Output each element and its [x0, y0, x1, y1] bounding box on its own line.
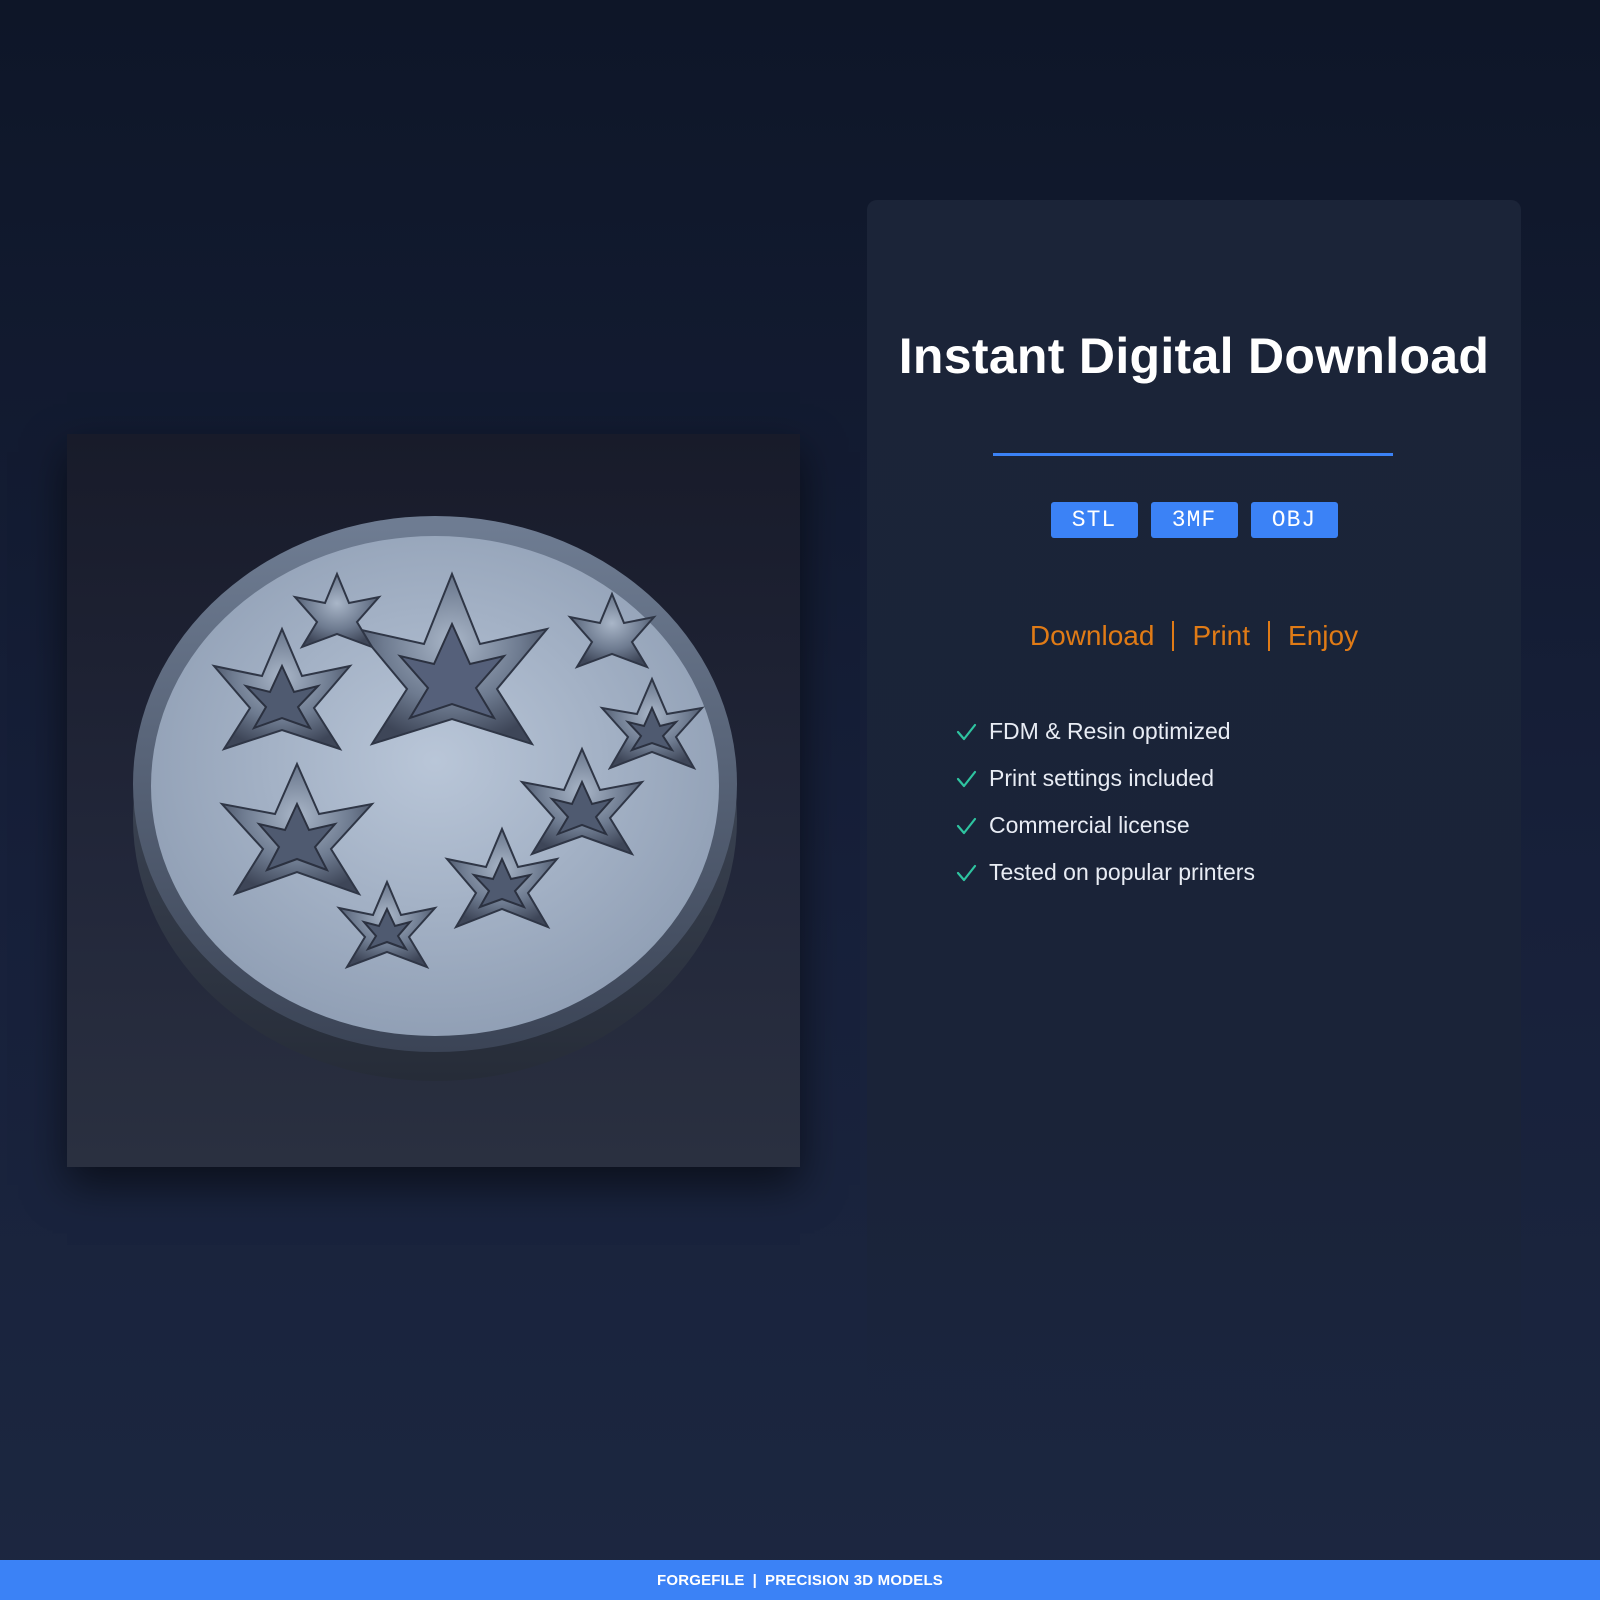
step-enjoy: Enjoy — [1288, 620, 1359, 651]
feature-item: Print settings included — [955, 755, 1255, 802]
feature-item: Tested on popular printers — [955, 849, 1255, 896]
check-icon — [956, 723, 977, 740]
format-badges: STL 3MF OBJ — [867, 502, 1521, 538]
feature-label: Print settings included — [989, 765, 1215, 791]
step-divider — [1268, 621, 1271, 651]
feature-list: FDM & Resin optimized Print settings inc… — [955, 708, 1255, 896]
check-icon — [956, 864, 977, 881]
footer-brand: FORGEFILE — [656, 1571, 745, 1589]
feature-item: Commercial license — [955, 802, 1255, 849]
card-title: Instant Digital Download — [898, 328, 1490, 384]
step-print: Print — [1192, 620, 1251, 651]
planter-render — [133, 516, 737, 1081]
title-underline — [993, 453, 1393, 456]
product-preview-image — [67, 434, 800, 1167]
feature-label: Commercial license — [989, 812, 1190, 838]
check-icon — [956, 817, 977, 834]
footer-separator: | — [752, 1571, 758, 1589]
feature-label: Tested on popular printers — [989, 859, 1255, 885]
info-card: Instant Digital Download STL 3MF OBJ Dow… — [867, 200, 1521, 1400]
step-divider — [1172, 621, 1175, 651]
feature-label: FDM & Resin optimized — [989, 718, 1231, 744]
check-icon — [956, 770, 977, 787]
format-badge-obj: OBJ — [1250, 502, 1338, 538]
step-download: Download — [1029, 620, 1155, 651]
feature-item: FDM & Resin optimized — [955, 708, 1255, 755]
steps-line: Download Print Enjoy — [867, 620, 1521, 652]
footer-tagline: PRECISION 3D MODELS — [765, 1571, 944, 1589]
footer-bar: FORGEFILE | PRECISION 3D MODELS — [0, 1560, 1600, 1600]
format-badge-3mf: 3MF — [1150, 502, 1238, 538]
format-badge-stl: STL — [1050, 502, 1138, 538]
